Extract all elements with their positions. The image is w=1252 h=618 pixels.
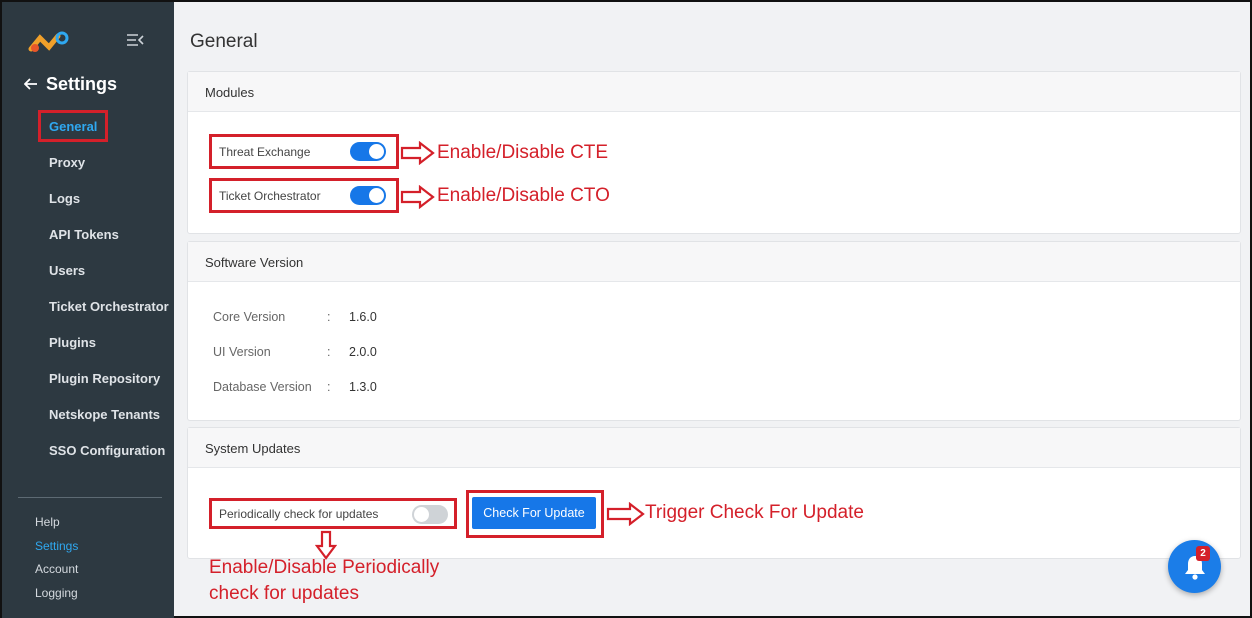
annotation-cto: Enable/Disable CTO [437, 185, 610, 206]
sidebar-help-link[interactable]: Help [35, 515, 60, 529]
sidebar-divider [18, 497, 162, 498]
sidebar-item-netskope-tenants[interactable]: Netskope Tenants [49, 407, 160, 422]
ticket-orchestrator-label: Ticket Orchestrator [219, 188, 321, 203]
threat-exchange-toggle[interactable] [350, 142, 386, 161]
sidebar-logging-link[interactable]: Logging [35, 586, 78, 600]
netskope-logo[interactable] [28, 30, 72, 59]
periodic-check-toggle[interactable] [412, 505, 448, 524]
sidebar-settings-link[interactable]: Settings [35, 539, 78, 553]
threat-exchange-row: Threat Exchange [209, 134, 399, 169]
software-version-card: Software Version [187, 241, 1241, 421]
ui-version-value: 2.0.0 [349, 345, 377, 359]
collapse-menu-icon[interactable] [126, 33, 144, 52]
annotation-periodic-line2: check for updates [209, 583, 359, 604]
annotation-periodic-line1: Enable/Disable Periodically [209, 557, 440, 578]
annotation-check-update: Trigger Check For Update [645, 502, 864, 523]
sidebar: Settings General Proxy Logs API Tokens U… [2, 2, 174, 618]
ticket-orchestrator-toggle[interactable] [350, 186, 386, 205]
notification-count-badge: 2 [1196, 546, 1210, 561]
system-updates-card: System Updates [187, 427, 1241, 559]
sidebar-item-plugins[interactable]: Plugins [49, 335, 96, 350]
core-version-value: 1.6.0 [349, 310, 377, 324]
database-version-label: Database Version [213, 380, 312, 394]
sidebar-item-ticket-orchestrator[interactable]: Ticket Orchestrator [49, 299, 169, 314]
modules-header: Modules [188, 72, 1240, 112]
sidebar-account-link[interactable]: Account [35, 562, 78, 576]
periodic-check-label: Periodically check for updates [219, 506, 379, 521]
arrow-left-icon [23, 74, 38, 95]
ticket-orchestrator-row: Ticket Orchestrator [209, 178, 399, 213]
arrow-right-icon [400, 140, 436, 170]
threat-exchange-label: Threat Exchange [219, 144, 311, 159]
settings-back-link[interactable]: Settings [23, 74, 118, 95]
sidebar-item-sso-configuration[interactable]: SSO Configuration [49, 443, 165, 458]
sidebar-item-plugin-repository[interactable]: Plugin Repository [49, 371, 160, 386]
sidebar-item-users[interactable]: Users [49, 263, 85, 278]
periodic-check-row: Periodically check for updates [209, 498, 457, 529]
arrow-right-icon [606, 501, 646, 531]
core-version-colon: : [327, 310, 331, 324]
software-version-header: Software Version [188, 242, 1240, 282]
ui-version-colon: : [327, 345, 331, 359]
settings-title: Settings [46, 74, 118, 94]
sidebar-item-api-tokens[interactable]: API Tokens [49, 227, 119, 242]
notifications-button[interactable]: 2 [1168, 540, 1221, 593]
database-version-colon: : [327, 380, 331, 394]
system-updates-header: System Updates [188, 428, 1240, 468]
annotation-cte: Enable/Disable CTE [437, 142, 609, 163]
sidebar-item-general[interactable]: General [49, 119, 97, 134]
sidebar-item-logs[interactable]: Logs [49, 191, 80, 206]
database-version-value: 1.3.0 [349, 380, 377, 394]
arrow-right-icon [400, 184, 436, 214]
page-title: General [190, 31, 258, 52]
sidebar-item-proxy[interactable]: Proxy [49, 155, 85, 170]
ui-version-label: UI Version [213, 345, 271, 359]
check-for-update-button[interactable]: Check For Update [472, 497, 596, 529]
core-version-label: Core Version [213, 310, 286, 324]
